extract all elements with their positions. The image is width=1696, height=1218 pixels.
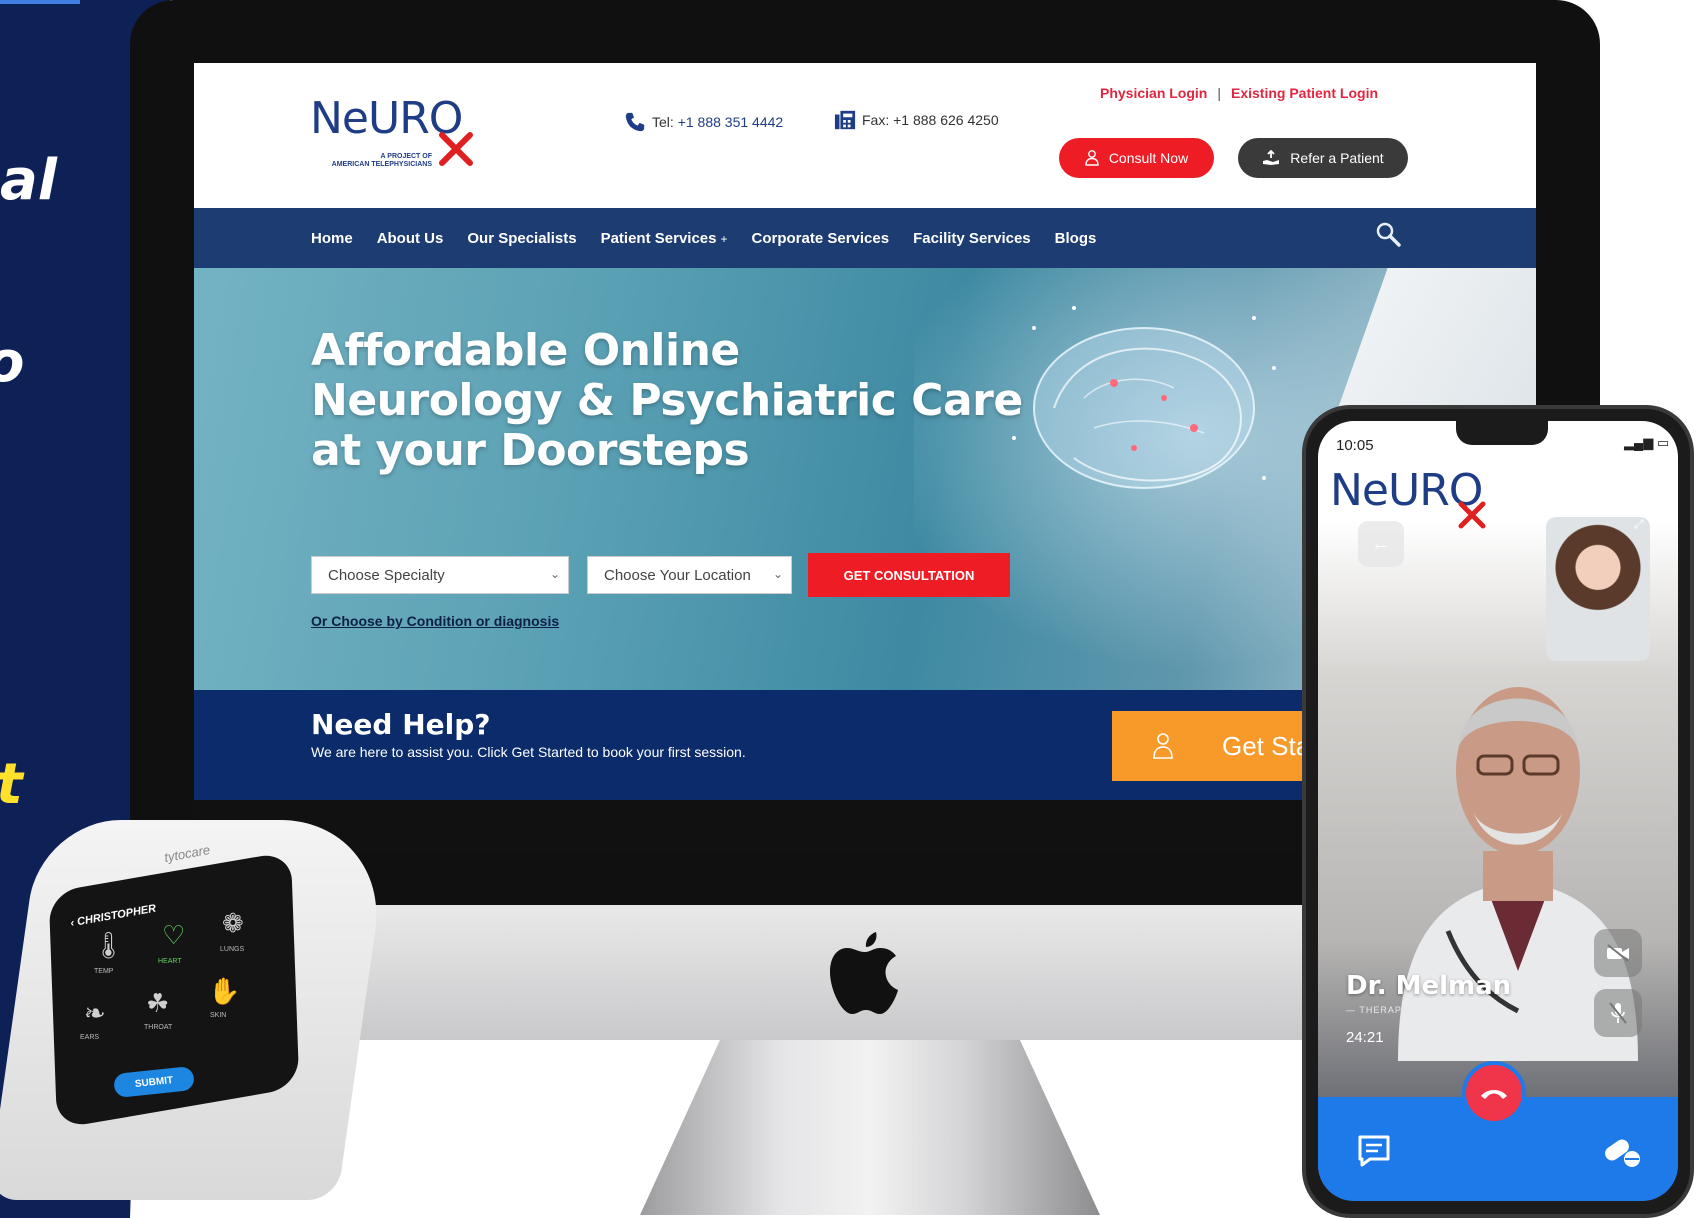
condition-diagnosis-link[interactable]: Or Choose by Condition or diagnosis [311,613,559,629]
logo-x-icon [439,132,473,166]
back-arrow-button[interactable]: ← [1358,521,1404,567]
headline-fragment-2: o [0,330,24,395]
consult-now-button[interactable]: Consult Now [1059,138,1214,178]
nav-item-home[interactable]: Home [311,230,353,247]
patient-login-link[interactable]: Existing Patient Login [1231,85,1378,101]
get-started-label: Get Sta [1222,730,1311,761]
refer-patient-label: Refer a Patient [1290,150,1384,166]
hand-upload-icon [1263,150,1280,165]
pills-icon[interactable] [1602,1133,1642,1169]
nav-item-facility-services[interactable]: Facility Services [913,230,1031,247]
tyto-label-skin: SKIN [210,1012,227,1019]
thermometer-icon[interactable]: 🌡 [92,930,125,961]
lungs-icon[interactable]: ❁ [222,908,244,939]
camera-off-icon [1607,944,1629,962]
nav-item-about-us[interactable]: About Us [377,230,444,247]
smartphone: 10:05 ▂▄▆ ▭ NeURO ← ⤢ Dr. Melman — THERA… [1302,405,1694,1218]
fax-contact: Fax: +1 888 626 4250 [834,109,999,131]
brain-illustration [1012,306,1276,489]
tytocare-device: tytocare ‹ CHRISTOPHER 🌡 ♡ ❁ ❧ ☘ ✋ TEMP … [0,820,391,1218]
logo-subtitle: A PROJECT OF AMERICAN TELEPHYSICIANS [312,153,432,169]
throat-icon[interactable]: ☘ [146,988,169,1019]
phone-status-time: 10:05 [1336,437,1374,454]
hero-title-line-2: Neurology & Psychiatric Care [311,375,1023,426]
nav-item-corporate-services[interactable]: Corporate Services [752,230,890,247]
mute-button[interactable] [1594,989,1642,1037]
chat-icon[interactable] [1356,1133,1392,1169]
chevron-down-icon: ⌄ [549,567,560,581]
hero-title: Affordable Online Neurology & Psychiatri… [311,326,1031,476]
help-text: We are here to assist you. Click Get Sta… [311,744,746,760]
tyto-label-temp: TEMP [94,968,114,975]
signal-battery-icon: ▂▄▆ ▭ [1624,435,1670,450]
ear-icon[interactable]: ❧ [84,998,106,1029]
end-call-button[interactable] [1462,1061,1526,1125]
nav-item-patient-services[interactable]: Patient Services + [601,230,728,247]
patient-pip-video[interactable] [1546,517,1650,661]
logo-x-icon [1458,501,1486,529]
physician-login-link[interactable]: Physician Login [1100,85,1207,101]
tel-number: +1 888 351 4442 [677,114,784,130]
get-consultation-button[interactable]: GET CONSULTATION [808,553,1010,597]
tyto-label-heart: HEART [158,958,182,965]
call-timer: 24:21 [1346,1029,1384,1046]
headline-fragment-3: t [0,752,23,817]
imac-stand [640,1040,1100,1215]
doctor-icon [1085,150,1099,166]
tyto-label-ears: EARS [80,1034,100,1041]
phone-screen: 10:05 ▂▄▆ ▭ NeURO ← ⤢ Dr. Melman — THERA… [1318,421,1678,1201]
tyto-label-throat: THROAT [144,1024,173,1031]
nav-item-patient-services-label: Patient Services [600,229,717,247]
tel-prefix: Tel: [652,114,678,130]
search-icon[interactable] [1374,220,1402,248]
consult-now-label: Consult Now [1108,150,1189,166]
hang-up-icon [1481,1090,1507,1099]
expand-icon[interactable]: ⤢ [1634,517,1650,533]
main-nav: Home About Us Our Specialists Patient Se… [194,208,1536,268]
camera-off-button[interactable] [1594,929,1642,977]
login-separator: | [1217,85,1221,101]
neurox-logo[interactable]: NeURO A PROJECT OF AMERICAN TELEPHYSICIA… [310,93,480,173]
tel-label: Tel: +1 888 351 4442 [652,114,783,130]
doctor-role: — THERAPIST [1346,1005,1419,1015]
chevron-down-icon: ⌄ [772,567,783,581]
hero-title-line-1: Affordable Online [311,325,740,376]
tyto-label-lungs: LUNGS [220,946,245,953]
refer-patient-button[interactable]: Refer a Patient [1238,138,1408,178]
hero-title-line-3: at your Doorsteps [311,425,750,476]
skin-icon[interactable]: ✋ [208,976,240,1007]
doctor-icon [1153,733,1173,759]
logo-subtitle-line-2: AMERICAN TELEPHYSICIANS [331,161,432,168]
fax-number: +1 888 626 4250 [893,112,999,128]
mic-off-icon [1609,1002,1627,1024]
logo-subtitle-line-1: A PROJECT OF [380,153,432,160]
nav-item-our-specialists[interactable]: Our Specialists [467,230,576,247]
site-header: NeURO A PROJECT OF AMERICAN TELEPHYSICIA… [194,63,1536,208]
phone-notch [1456,421,1548,445]
fax-icon [834,110,856,130]
specialty-select[interactable]: Choose Specialty ⌄ [311,556,569,594]
left-accent-bar [0,0,80,4]
phone-icon [625,112,645,132]
login-links: Physician Login | Existing Patient Login [1100,85,1378,101]
heart-icon[interactable]: ♡ [162,920,185,951]
fax-label: Fax: +1 888 626 4250 [862,112,999,128]
apple-logo-icon [830,932,898,1014]
help-title: Need Help? [311,708,491,741]
expand-plus-icon: + [720,231,728,246]
nav-item-blogs[interactable]: Blogs [1055,230,1097,247]
fax-prefix: Fax: [862,112,894,128]
location-select[interactable]: Choose Your Location ⌄ [587,556,792,594]
location-select-value: Choose Your Location [604,566,751,584]
phone-contact[interactable]: Tel: +1 888 351 4442 [624,111,783,133]
doctor-name: Dr. Melman [1346,971,1512,1001]
specialty-select-value: Choose Specialty [328,566,445,584]
headline-fragment-1: al [0,148,57,213]
nav-items: Home About Us Our Specialists Patient Se… [311,208,1096,268]
